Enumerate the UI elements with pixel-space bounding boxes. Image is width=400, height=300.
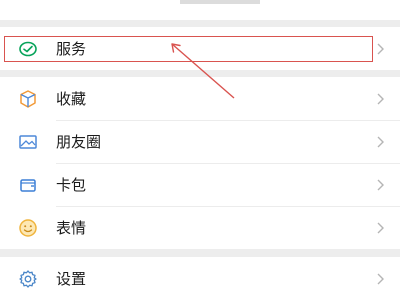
- chevron-right-icon: [377, 136, 384, 147]
- smiley-icon: [17, 217, 39, 239]
- service-group: 服务: [0, 27, 400, 70]
- menu-item-favorites[interactable]: 收藏: [0, 77, 400, 120]
- header-divider: [180, 0, 260, 4]
- chevron-right-icon: [377, 179, 384, 190]
- menu-item-label: 卡包: [56, 176, 87, 194]
- menu-item-label: 朋友圈: [56, 133, 102, 151]
- menu-item-moments[interactable]: 朋友圈: [0, 120, 400, 163]
- menu-item-service[interactable]: 服务: [0, 27, 400, 70]
- wechat-pay-check-icon: [17, 38, 39, 60]
- cube-icon: [17, 88, 39, 110]
- chevron-right-icon: [377, 93, 384, 104]
- wallet-icon: [17, 174, 39, 196]
- menu-item-label: 设置: [56, 270, 87, 288]
- profile-header-fragment: [0, 0, 400, 20]
- features-group: 收藏 朋友圈 卡包 表情: [0, 77, 400, 249]
- menu-item-label: 服务: [56, 40, 87, 58]
- settings-group: 设置: [0, 257, 400, 300]
- chevron-right-icon: [377, 273, 384, 284]
- chevron-right-icon: [377, 43, 384, 54]
- gear-icon: [17, 268, 39, 290]
- menu-item-cards[interactable]: 卡包: [0, 163, 400, 206]
- menu-item-settings[interactable]: 设置: [0, 257, 400, 300]
- menu-item-label: 表情: [56, 219, 87, 237]
- menu-item-label: 收藏: [56, 90, 87, 108]
- menu-item-stickers[interactable]: 表情: [0, 206, 400, 249]
- image-icon: [17, 131, 39, 153]
- chevron-right-icon: [377, 222, 384, 233]
